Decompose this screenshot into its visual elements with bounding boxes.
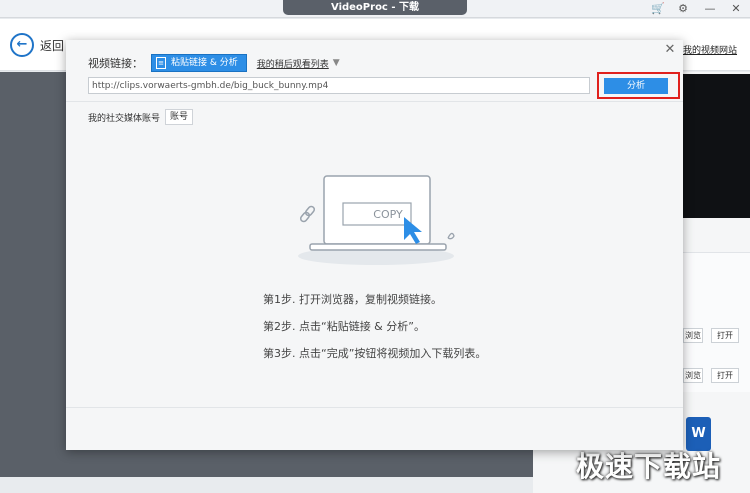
analyze-highlight: 分析 bbox=[597, 72, 680, 99]
copy-label: COPY bbox=[373, 208, 403, 221]
watermark: 极速下载站 bbox=[576, 450, 722, 483]
download-dialog: ✕ 视频链接： ≡ 粘贴链接 & 分析 我的稍后观看列表 ▼ 分析 我的社交媒体… bbox=[66, 40, 683, 450]
step-item: 第2步. 点击“粘贴链接 & 分析”。 bbox=[263, 320, 425, 333]
laptop-base-icon bbox=[309, 243, 447, 251]
minimize-icon[interactable]: — bbox=[703, 2, 717, 16]
title-bar: VideoProc - 下载 🛒 ⚙ — ✕ bbox=[0, 0, 750, 18]
link-chain-icon bbox=[299, 205, 316, 223]
dialog-footer-divider bbox=[66, 407, 683, 408]
watch-later-link[interactable]: 我的稍后观看列表 bbox=[257, 57, 329, 70]
window-title: VideoProc - 下载 bbox=[283, 0, 467, 15]
step-item: 第1步. 打开浏览器，复制视频链接。 bbox=[263, 293, 442, 306]
back-arrow-icon: ← bbox=[10, 33, 34, 57]
video-link-label: 视频链接： bbox=[88, 57, 143, 70]
video-preview bbox=[683, 74, 750, 218]
account-button[interactable]: 账号 bbox=[165, 109, 194, 125]
analyze-button[interactable]: 分析 bbox=[604, 78, 668, 94]
music-note-icon bbox=[447, 232, 455, 240]
social-accounts-label: 我的社交媒体账号 bbox=[88, 113, 161, 124]
steps-list: 第1步. 打开浏览器，复制视频链接。 第2步. 点击“粘贴链接 & 分析”。 第… bbox=[263, 293, 486, 374]
preview-button[interactable]: 浏览 bbox=[683, 328, 703, 343]
preview-button[interactable]: 浏览 bbox=[683, 368, 703, 383]
divider bbox=[66, 101, 683, 102]
social-row: 我的社交媒体账号 账号 bbox=[88, 109, 194, 125]
back-label: 返回 bbox=[40, 38, 65, 53]
back-button[interactable]: ← 返回 bbox=[10, 32, 64, 58]
chevron-down-icon[interactable]: ▼ bbox=[333, 58, 340, 68]
paste-analyze-button[interactable]: ≡ 粘贴链接 & 分析 bbox=[151, 54, 247, 72]
open-button[interactable]: 打开 bbox=[711, 368, 739, 383]
open-button[interactable]: 打开 bbox=[711, 328, 739, 343]
step-item: 第3步. 点击“完成”按钮将视频加入下载列表。 bbox=[263, 347, 487, 360]
close-icon[interactable]: ✕ bbox=[729, 2, 743, 16]
my-video-sites-link[interactable]: 我的视频网站 bbox=[683, 43, 737, 56]
link-row: 视频链接： ≡ 粘贴链接 & 分析 我的稍后观看列表 ▼ bbox=[88, 54, 340, 72]
paste-analyze-label: 粘贴链接 & 分析 bbox=[171, 58, 238, 68]
dialog-close-icon[interactable]: ✕ bbox=[663, 43, 677, 57]
clipboard-icon: ≡ bbox=[156, 57, 166, 69]
cart-icon[interactable]: 🛒 bbox=[651, 2, 665, 16]
gear-icon[interactable]: ⚙ bbox=[676, 2, 690, 16]
url-input[interactable] bbox=[88, 77, 590, 94]
